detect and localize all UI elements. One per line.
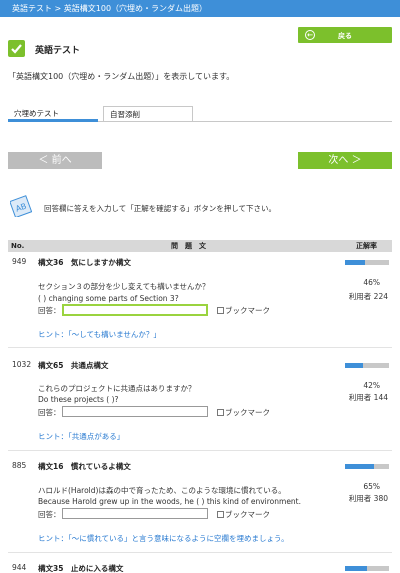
- question-title: 構文65 共通点構文: [38, 361, 109, 370]
- bookmark-checkbox[interactable]: ブックマーク: [217, 509, 270, 520]
- question-number: 949: [12, 257, 27, 266]
- bookmark-checkbox[interactable]: ブックマーク: [217, 407, 270, 418]
- question-number: 944: [12, 563, 27, 572]
- bookmark-checkbox[interactable]: ブックマーク: [217, 305, 270, 316]
- rate-bar: [345, 566, 389, 571]
- hint-link[interactable]: ヒント：「～に慣れている」と言う意味になるように空欄を埋めましょう。: [38, 533, 289, 544]
- rate-percent: 42%: [363, 381, 380, 390]
- prev-button[interactable]: ＜ 前へ: [8, 152, 102, 169]
- bookmark-label: ブックマーク: [225, 510, 270, 519]
- user-count: 利用者 224: [348, 292, 388, 301]
- page-description: 「英語構文100（穴埋め・ランダム出題）」を表示しています。: [8, 72, 235, 81]
- rate-bar-fill: [345, 363, 364, 368]
- question-number: 1032: [12, 360, 32, 369]
- rate-bar-fill: [345, 566, 367, 571]
- answer-label: 回答：: [38, 510, 61, 519]
- tab-fill-in-test[interactable]: 穴埋めテスト: [8, 106, 98, 122]
- back-arrow-icon: ←: [305, 30, 315, 40]
- page-title: 英語テスト: [35, 46, 81, 56]
- rate-bar: [345, 464, 389, 469]
- table-header: No. 問 題 文 正解率: [8, 240, 392, 252]
- question-title: 構文35 止めに入る構文: [38, 564, 124, 573]
- answer-input[interactable]: [62, 304, 208, 316]
- rate-bar: [345, 363, 389, 368]
- row-divider: [8, 450, 392, 451]
- header-no: No.: [11, 242, 25, 250]
- rate-bar-fill: [345, 464, 374, 469]
- rate-percent: 46%: [363, 278, 380, 287]
- tab-self-study[interactable]: 自習添削: [103, 106, 193, 122]
- rate-bar-fill: [345, 260, 366, 265]
- header-rate: 正解率: [356, 242, 377, 250]
- user-count: 利用者 380: [348, 494, 388, 503]
- question-title: 構文16 慣れているよ構文: [38, 462, 131, 471]
- header-question: 問 題 文: [171, 242, 206, 250]
- rate-bar: [345, 260, 389, 265]
- question-english: ( ) changing some parts of Section 3?: [38, 294, 179, 303]
- question-japanese: これらのプロジェクトに共通点はありますか？: [38, 384, 196, 393]
- next-button[interactable]: 次へ ＞: [298, 152, 392, 169]
- breadcrumb[interactable]: 英語テスト > 英語構文100（穴埋め・ランダム出題）: [0, 0, 400, 17]
- question-english: Do these projects ( )?: [38, 395, 119, 404]
- question-japanese: ハロルド(Harold)は森の中で育ったため、このような環境に慣れている。: [38, 486, 286, 495]
- question-english: Because Harold grew up in the woods, he …: [38, 497, 302, 506]
- row-divider: [8, 552, 392, 553]
- rate-percent: 65%: [363, 482, 380, 491]
- hint-link[interactable]: ヒント：「共通点がある」: [38, 431, 124, 442]
- answer-label: 回答：: [38, 408, 61, 417]
- answer-input[interactable]: [62, 508, 208, 519]
- user-count: 利用者 144: [348, 393, 388, 402]
- answer-label: 回答：: [38, 306, 61, 315]
- bookmark-label: ブックマーク: [225, 306, 270, 315]
- page-header: 英語テスト: [8, 40, 392, 60]
- question-japanese: セクション３の部分を少し変えても構いませんか？: [38, 282, 210, 291]
- answer-input[interactable]: [62, 406, 208, 417]
- question-title: 構文36 気にしますか構文: [38, 258, 131, 267]
- checkmark-icon: [8, 40, 25, 57]
- tab-bar: 穴埋めテスト 自習添削: [8, 106, 392, 122]
- question-number: 885: [12, 461, 27, 470]
- instruction-text: 回答欄に答えを入力して「正解を確認する」ボタンを押して下さい。: [44, 204, 277, 213]
- hint-link[interactable]: ヒント：「～しても構いませんか？」: [38, 329, 161, 340]
- pencil-test-icon: AB: [10, 195, 32, 217]
- bookmark-label: ブックマーク: [225, 408, 270, 417]
- row-divider: [8, 347, 392, 348]
